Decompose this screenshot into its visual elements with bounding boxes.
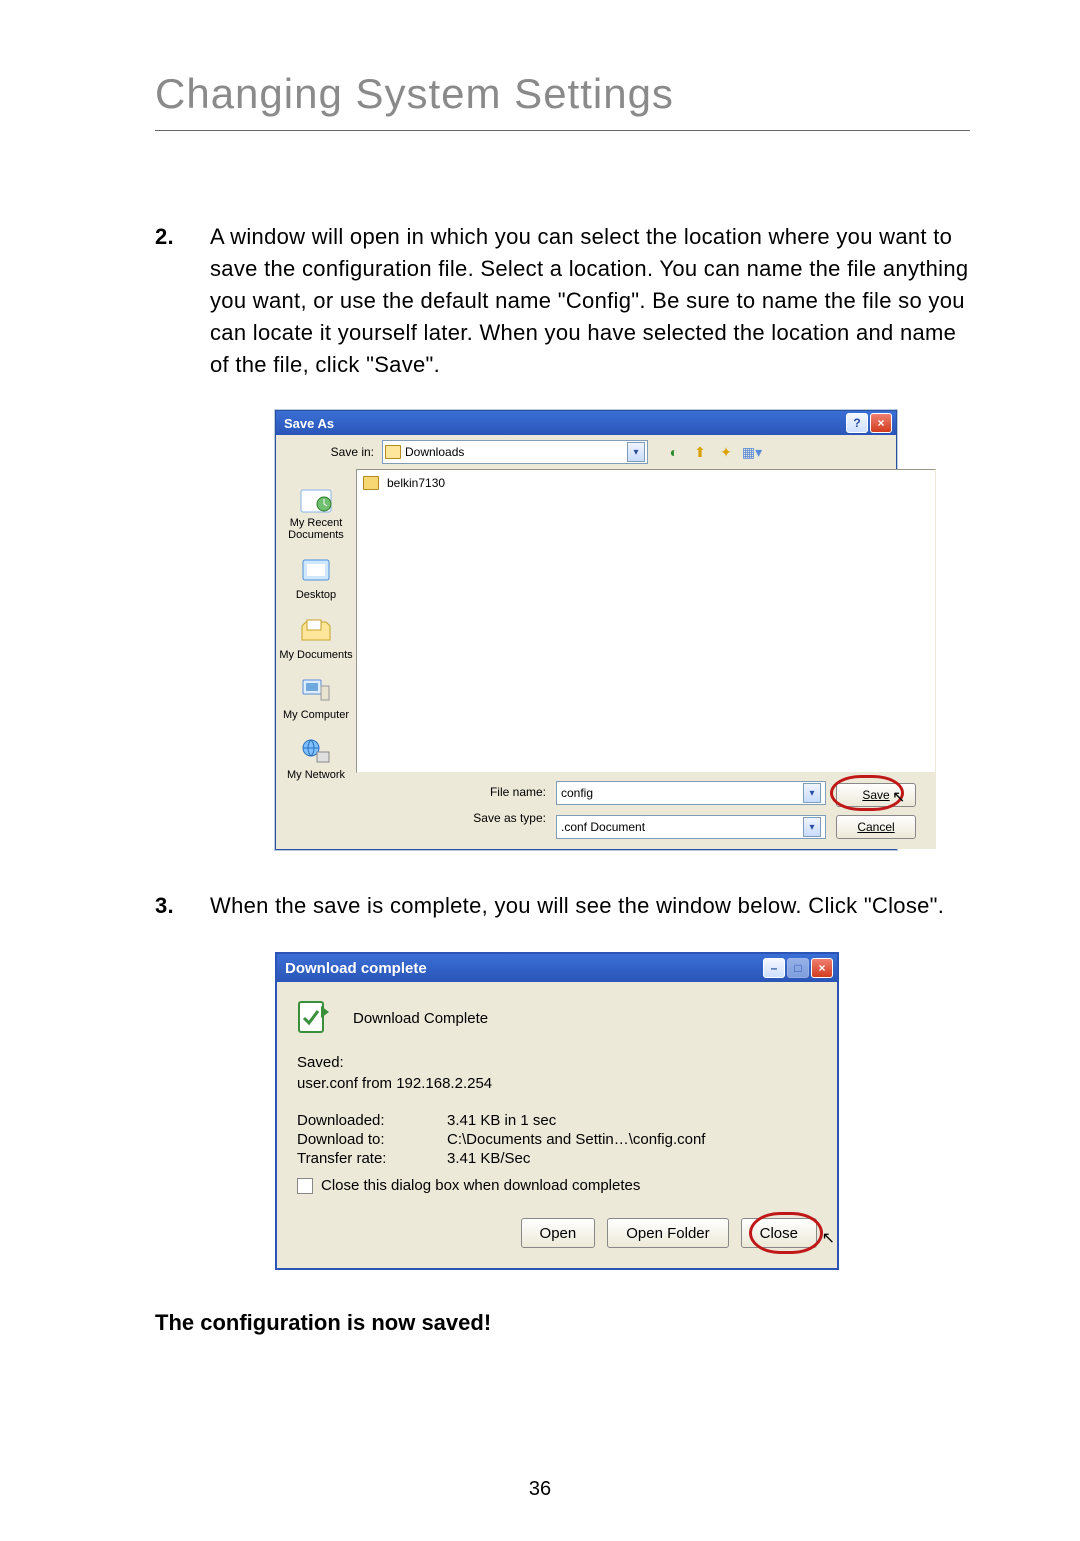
save-as-title: Save As — [280, 416, 334, 431]
saveastype-value: .conf Document — [561, 820, 803, 834]
folder-icon — [363, 476, 379, 490]
open-folder-button[interactable]: Open Folder — [607, 1218, 728, 1248]
network-icon — [298, 735, 334, 767]
saved-label: Saved: — [297, 1054, 817, 1071]
downloaded-label: Downloaded: — [297, 1112, 447, 1129]
new-folder-icon[interactable]: ✦ — [716, 442, 736, 462]
file-name: belkin7130 — [387, 476, 445, 490]
chevron-down-icon[interactable]: ▾ — [803, 783, 821, 803]
save-in-value: Downloads — [405, 445, 627, 459]
save-as-titlebar: Save As ? × — [276, 411, 896, 435]
rate-label: Transfer rate: — [297, 1150, 447, 1167]
file-item[interactable]: belkin7130 — [363, 476, 929, 490]
close-on-complete-checkbox[interactable] — [297, 1178, 313, 1194]
minimize-button[interactable]: – — [763, 958, 785, 978]
download-complete-icon — [297, 1000, 333, 1036]
save-in-combo[interactable]: Downloads ▾ — [382, 440, 648, 464]
page-heading: Changing System Settings — [155, 70, 970, 131]
step-2-number: 2. — [155, 221, 210, 380]
computer-icon — [298, 675, 334, 707]
desktop-icon — [298, 555, 334, 587]
place-recent[interactable]: My Recent Documents — [276, 477, 356, 547]
folder-open-icon — [385, 445, 401, 459]
filename-value: config — [561, 786, 803, 800]
downloadto-label: Download to: — [297, 1131, 447, 1148]
download-title: Download complete — [281, 960, 427, 977]
configuration-saved-text: The configuration is now saved! — [155, 1310, 970, 1336]
maximize-button[interactable]: □ — [787, 958, 809, 978]
saved-value: user.conf from 192.168.2.254 — [297, 1075, 817, 1092]
save-as-dialog: Save As ? × Save in: Downloads ▾ ◐ ⬆ ✦ ▦… — [275, 410, 897, 850]
place-mydocs-label: My Documents — [279, 649, 352, 661]
save-in-row: Save in: Downloads ▾ ◐ ⬆ ✦ ▦▾ — [276, 435, 896, 469]
step-3-number: 3. — [155, 890, 210, 922]
documents-icon — [298, 615, 334, 647]
file-list[interactable]: belkin7130 — [356, 469, 936, 773]
save-in-label: Save in: — [284, 445, 374, 459]
back-icon[interactable]: ◐ — [664, 442, 684, 462]
filename-input[interactable]: config ▾ — [556, 781, 826, 805]
downloadto-value: C:\Documents and Settin…\config.conf — [447, 1131, 705, 1148]
downloaded-value: 3.41 KB in 1 sec — [447, 1112, 556, 1129]
cursor-icon: ↖ — [892, 787, 905, 807]
close-on-complete-label: Close this dialog box when download comp… — [321, 1177, 640, 1194]
cancel-button[interactable]: Cancel — [836, 815, 916, 839]
up-one-level-icon[interactable]: ⬆ — [690, 442, 710, 462]
open-button[interactable]: Open — [521, 1218, 596, 1248]
rate-value: 3.41 KB/Sec — [447, 1150, 530, 1167]
place-mycomp-label: My Computer — [283, 709, 349, 721]
close-dialog-button[interactable]: Close — [741, 1218, 817, 1248]
place-recent-label: My Recent Documents — [276, 517, 356, 541]
page-number: 36 — [0, 1478, 1080, 1501]
place-mycomp[interactable]: My Computer — [276, 669, 356, 727]
step-2-text: A window will open in which you can sele… — [210, 221, 970, 380]
place-mynet[interactable]: My Network — [276, 729, 356, 787]
saveastype-combo[interactable]: .conf Document ▾ — [556, 815, 826, 839]
close-button[interactable]: × — [811, 958, 833, 978]
views-icon[interactable]: ▦▾ — [742, 442, 762, 462]
download-header: Download Complete — [353, 1010, 488, 1027]
filename-label: File name: — [490, 785, 546, 799]
cursor-icon: ↖ — [822, 1228, 835, 1248]
place-desktop[interactable]: Desktop — [276, 549, 356, 607]
place-mydocs[interactable]: My Documents — [276, 609, 356, 667]
recent-icon — [298, 483, 334, 515]
download-complete-dialog: Download complete – □ × Download Complet… — [275, 952, 839, 1270]
places-bar: My Recent Documents Desktop My Documents — [276, 469, 356, 849]
help-button[interactable]: ? — [846, 413, 868, 433]
saveastype-label: Save as type: — [473, 811, 546, 825]
place-mynet-label: My Network — [287, 769, 345, 781]
close-button[interactable]: × — [870, 413, 892, 433]
step-3: 3. When the save is complete, you will s… — [155, 890, 970, 922]
step-2: 2. A window will open in which you can s… — [155, 221, 970, 380]
chevron-down-icon[interactable]: ▾ — [803, 817, 821, 837]
place-desktop-label: Desktop — [296, 589, 336, 601]
download-titlebar: Download complete – □ × — [277, 954, 837, 982]
chevron-down-icon[interactable]: ▾ — [627, 442, 645, 462]
step-3-text: When the save is complete, you will see … — [210, 890, 970, 922]
